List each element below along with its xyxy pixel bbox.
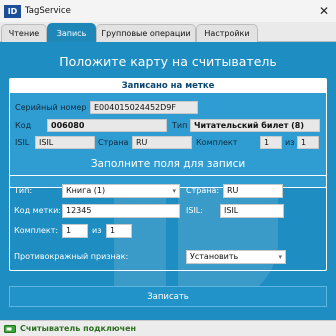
form-isil-label: ISIL: (186, 206, 203, 215)
country-value: RU (132, 136, 192, 149)
code-label: Код (15, 121, 32, 130)
country-label: Страна (98, 138, 129, 147)
app-title: TagService (25, 6, 71, 16)
set-label: Комплект (196, 138, 238, 147)
reader-connected-icon (4, 324, 16, 333)
place-card-prompt: Положите карту на считыватель (59, 54, 277, 69)
form-country-label: Страна: (186, 186, 220, 195)
antitheft-select[interactable]: Установить ▾ (186, 250, 286, 264)
tab-group-operations[interactable]: Групповые операции (96, 24, 196, 42)
write-button[interactable]: Записать (9, 286, 327, 307)
antitheft-label: Противокражный признак: (14, 252, 129, 261)
tab-read[interactable]: Чтение (1, 24, 47, 42)
close-icon: ✕ (318, 4, 330, 18)
write-tab-content: Положите карту на считыватель Записано н… (0, 42, 336, 320)
type-select-value: Книга (1) (66, 186, 106, 195)
type-select[interactable]: Книга (1) ▾ (62, 184, 180, 198)
isil-value: ISIL (35, 136, 95, 149)
form-set-of-label: из (92, 226, 102, 235)
reader-status-text: Считыватель подключен (20, 324, 137, 333)
set-of-field[interactable]: 1 (106, 224, 132, 238)
tag-code-field[interactable]: 12345 (62, 204, 180, 218)
fill-fields-title: Заполните поля для записи (90, 158, 246, 170)
set-of-value: 1 (297, 136, 319, 149)
set-of-label: из (285, 138, 295, 147)
write-form: Тип: Книга (1) ▾ Страна: RU Код метки: 1… (9, 175, 327, 271)
close-button[interactable]: ✕ (315, 2, 333, 20)
app-logo: ID (4, 4, 21, 18)
isil-label: ISIL (15, 138, 30, 147)
type-label: Тип (172, 121, 188, 130)
recorded-data-panel: Записано на метке Серийный номер E004015… (9, 78, 327, 188)
recorded-data-header: Записано на метке (10, 79, 326, 93)
code-value: 006080 (47, 119, 167, 132)
chevron-down-icon: ▾ (172, 187, 176, 195)
antitheft-select-value: Установить (190, 252, 239, 261)
set-field[interactable]: 1 (62, 224, 88, 238)
title-bar: ID TagService ✕ (0, 0, 336, 22)
tab-write[interactable]: Запись (47, 23, 96, 42)
chevron-down-icon: ▾ (278, 253, 282, 261)
tab-settings[interactable]: Настройки (196, 24, 258, 42)
form-set-label: Комплект: (14, 226, 59, 235)
set-value: 1 (260, 136, 282, 149)
tag-code-label: Код метки: (14, 206, 61, 215)
type-value: Читательский билет (8) (190, 119, 320, 132)
status-bar: Считыватель подключен (0, 320, 336, 336)
serial-number-value: E004015024452D9F (90, 101, 198, 114)
form-type-label: Тип: (14, 186, 33, 195)
country-field[interactable]: RU (223, 184, 283, 198)
isil-field[interactable]: ISIL (220, 204, 284, 218)
tab-bar: Чтение Запись Групповые операции Настрой… (0, 22, 336, 42)
serial-number-label: Серийный номер (15, 103, 87, 112)
